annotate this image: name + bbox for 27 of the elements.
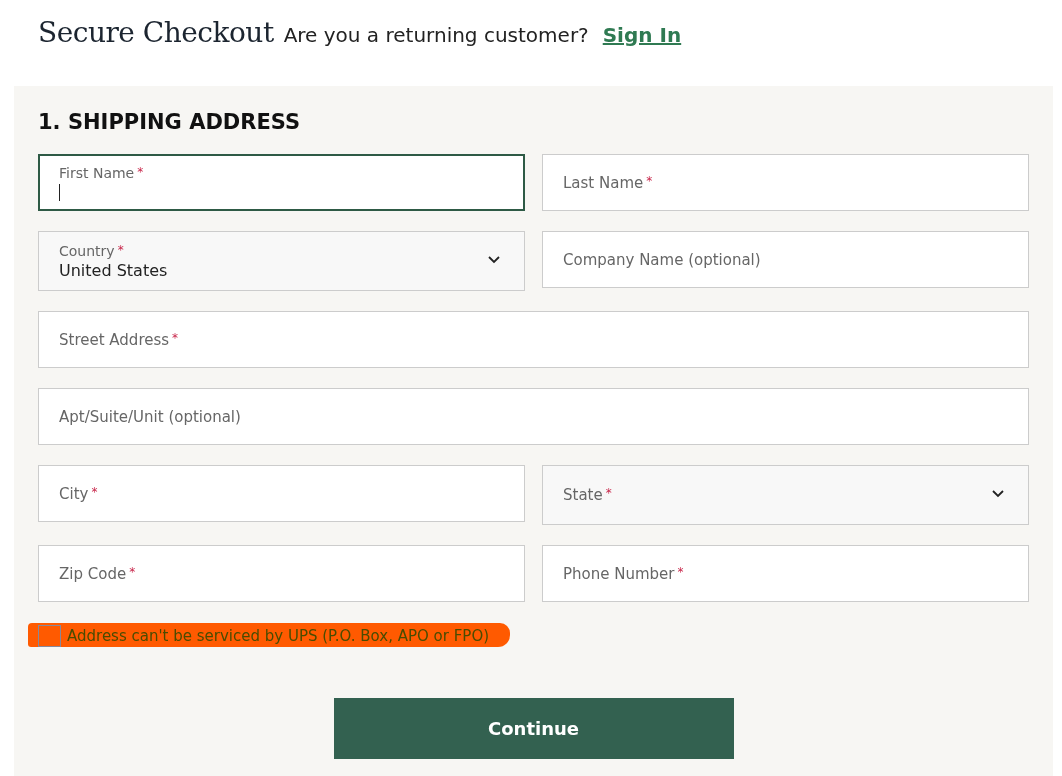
input-field[interactable]: Street Address *	[38, 311, 1029, 368]
returning-customer-prompt: Are you a returning customer?	[283, 23, 589, 47]
required-mark: *	[137, 164, 144, 179]
required-mark: *	[129, 564, 136, 579]
required-mark: *	[646, 173, 653, 188]
text-cursor	[59, 183, 60, 201]
page-title: Secure Checkout	[38, 16, 274, 49]
sign-in-link[interactable]: Sign In	[602, 23, 682, 47]
chevron-down-icon	[488, 256, 500, 264]
required-mark: *	[117, 242, 124, 257]
input-field[interactable]: First Name *	[38, 154, 525, 211]
section-title: 1. SHIPPING ADDRESS	[38, 110, 302, 134]
input-field[interactable]: Apt/Suite/Unit (optional)	[38, 388, 1029, 445]
select-field[interactable]: State *	[542, 465, 1029, 525]
required-mark: *	[172, 330, 179, 345]
input-field[interactable]: Phone Number *	[542, 545, 1029, 602]
required-mark: *	[677, 564, 684, 579]
input-field[interactable]: Company Name (optional)	[542, 231, 1029, 288]
input-field[interactable]: Last Name *	[542, 154, 1029, 211]
input-field[interactable]: Zip Code *	[38, 545, 525, 602]
chevron-down-icon	[992, 490, 1004, 498]
required-mark: *	[91, 484, 98, 499]
select-field[interactable]: Country * United States	[38, 231, 525, 291]
required-mark: *	[605, 486, 612, 500]
continue-button[interactable]: Continue	[333, 698, 734, 759]
input-field[interactable]: City *	[38, 465, 525, 522]
checkbox[interactable]	[38, 625, 61, 647]
